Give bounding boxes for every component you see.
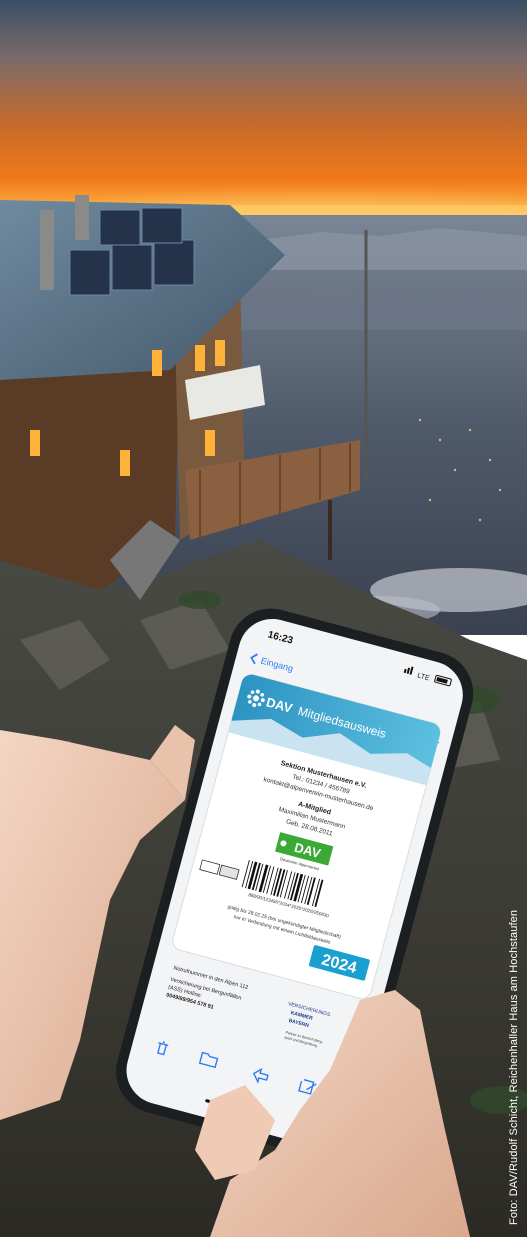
photo-frame: 16:23 LTE Eingang DAV Mitgliedsausweis S…	[0, 0, 527, 1237]
photo-scene: 16:23 LTE Eingang DAV Mitgliedsausweis S…	[0, 0, 527, 1237]
photo-credit: Foto: DAV/Rudolf Schicht, Reichenhaller …	[508, 909, 520, 1225]
mid-ridge	[240, 290, 527, 330]
